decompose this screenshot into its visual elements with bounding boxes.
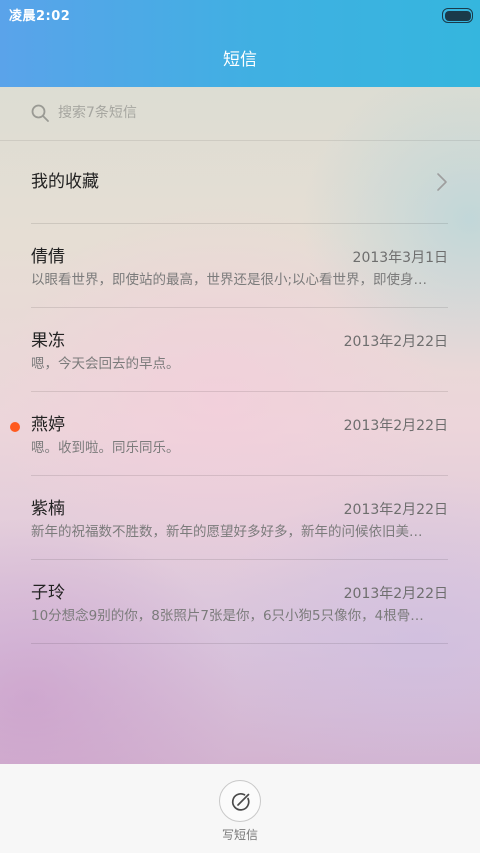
- page-title: 短信: [223, 50, 257, 70]
- message-preview: 以眼看世界，即使站的最高，世界还是很小;以心看世界，即使身…: [31, 272, 428, 288]
- conversation-item[interactable]: 果冻 2013年2月22日 嗯，今天会回去的早点。: [31, 308, 448, 392]
- message-date: 2013年2月22日: [343, 586, 448, 602]
- message-preview: 新年的祝福数不胜数，新年的愿望好多好多，新年的问候依旧美…: [31, 524, 423, 540]
- compose-icon: [231, 793, 250, 811]
- conversation-item[interactable]: 紫楠 2013年2月22日 新年的祝福数不胜数，新年的愿望好多好多，新年的问候依…: [31, 476, 448, 560]
- message-date: 2013年2月22日: [343, 334, 448, 350]
- chevron-right-icon: [437, 173, 447, 191]
- bottom-bar: 写短信: [0, 764, 480, 853]
- conversation-item[interactable]: 子玲 2013年2月22日 10分想念9别的你，8张照片7张是你，6只小狗5只像…: [31, 560, 448, 644]
- contact-name: 倩倩: [31, 247, 65, 267]
- contact-name: 紫楠: [31, 499, 65, 519]
- contact-name: 果冻: [31, 331, 65, 351]
- message-preview: 嗯，今天会回去的早点。: [31, 356, 180, 372]
- search-input[interactable]: 搜索7条短信: [0, 87, 480, 141]
- favorites-label: 我的收藏: [31, 172, 99, 192]
- message-date: 2013年2月22日: [343, 502, 448, 518]
- search-placeholder: 搜索7条短信: [58, 105, 137, 121]
- compose-label: 写短信: [221, 828, 258, 842]
- unread-dot-icon: [10, 422, 20, 432]
- message-preview: 嗯。收到啦。同乐同乐。: [31, 440, 180, 456]
- compose-button[interactable]: [219, 780, 261, 822]
- favorites-row[interactable]: 我的收藏: [31, 140, 448, 224]
- message-date: 2013年3月1日: [352, 250, 448, 266]
- conversation-item[interactable]: 倩倩 2013年3月1日 以眼看世界，即使站的最高，世界还是很小;以心看世界，即…: [31, 224, 448, 308]
- battery-full-icon: [442, 8, 473, 23]
- conversation-item[interactable]: 燕婷 2013年2月22日 嗯。收到啦。同乐同乐。: [10, 392, 448, 476]
- contact-name: 燕婷: [31, 415, 65, 435]
- contact-name: 子玲: [31, 583, 65, 603]
- message-preview: 10分想念9别的你，8张照片7张是你，6只小狗5只像你，4根骨…: [31, 608, 424, 624]
- message-date: 2013年2月22日: [343, 418, 448, 434]
- status-time: 凌晨2:02: [9, 9, 71, 24]
- conversation-list: 倩倩 2013年3月1日 以眼看世界，即使站的最高，世界还是很小;以心看世界，即…: [10, 224, 448, 644]
- header-bar: 凌晨2:02 短信: [0, 0, 480, 87]
- search-icon: [31, 104, 49, 122]
